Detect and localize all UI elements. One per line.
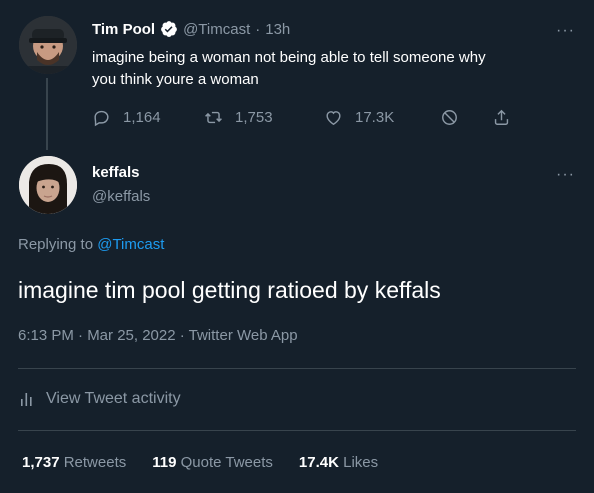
tweet-text-line-1: imagine being a woman not being able to … [92, 49, 486, 66]
retweets-stat[interactable]: 1,737 Retweets [22, 454, 126, 471]
block-icon [442, 110, 457, 125]
separator-dot: · [255, 20, 261, 38]
reply-timestamp[interactable]: 6:13 PM · Mar 25, 2022 · Twitter Web App [18, 327, 298, 344]
likes-stat[interactable]: 17.4K Likes [299, 454, 378, 471]
heart-icon [326, 111, 341, 126]
likes-stat-label: Likes [343, 454, 379, 471]
activity-chart-icon [21, 393, 32, 406]
avatar-keffals[interactable] [19, 156, 77, 214]
replying-to-link[interactable]: @Timcast [97, 236, 164, 253]
share-icon [494, 109, 509, 125]
divider-bottom [18, 430, 576, 431]
reply-icon [94, 110, 109, 127]
view-tweet-activity-label: View Tweet activity [46, 390, 181, 407]
share-button[interactable] [492, 108, 511, 127]
block-button[interactable] [440, 108, 459, 127]
quote-tweets-stat[interactable]: 119 Quote Tweets [152, 454, 273, 471]
reply-author-name[interactable]: keffals [92, 164, 140, 181]
reply-text: imagine tim pool getting ratioed by keff… [18, 277, 441, 303]
tweet-author-name[interactable]: Tim Pool [92, 21, 155, 38]
retweet-count: 1,753 [235, 109, 273, 126]
tweet-stats: 1,737 Retweets 119 Quote Tweets 17.4K Li… [22, 454, 378, 471]
quote-tweets-stat-count: 119 [152, 454, 177, 471]
quote-tweets-stat-label: Quote Tweets [180, 454, 273, 471]
retweet-icon [205, 111, 222, 124]
retweets-stat-count: 1,737 [22, 454, 60, 471]
like-count: 17.3K [355, 109, 395, 126]
reply-author-handle[interactable]: @keffals [92, 188, 150, 205]
tweet-text-line-2: you think youre a woman [92, 71, 259, 88]
replying-to-label: Replying to [18, 236, 94, 253]
tweet-time[interactable]: 13h [265, 21, 290, 38]
avatar-timcast-image [19, 16, 77, 74]
tweet-text: imagine being a woman not being able to … [92, 47, 486, 91]
divider-top [18, 368, 576, 369]
retweet-button[interactable]: 1,753 [204, 108, 273, 127]
view-tweet-activity-button[interactable]: View Tweet activity [18, 390, 181, 408]
reply-button[interactable]: 1,164 [92, 108, 161, 127]
thread-line [46, 78, 48, 150]
retweets-stat-label: Retweets [63, 454, 127, 471]
tweet-author-handle[interactable]: @Timcast [183, 21, 250, 38]
likes-stat-count: 17.4K [298, 454, 339, 471]
reply-more-options-icon[interactable]: ··· [556, 167, 575, 183]
replying-to: Replying to @Timcast [18, 236, 164, 253]
like-button[interactable]: 17.3K [324, 108, 394, 127]
reply-count: 1,164 [123, 109, 161, 126]
more-options-icon[interactable]: ··· [556, 23, 575, 39]
verified-badge-icon [161, 21, 177, 37]
avatar-timcast[interactable] [19, 16, 77, 74]
avatar-keffals-image [19, 156, 77, 214]
